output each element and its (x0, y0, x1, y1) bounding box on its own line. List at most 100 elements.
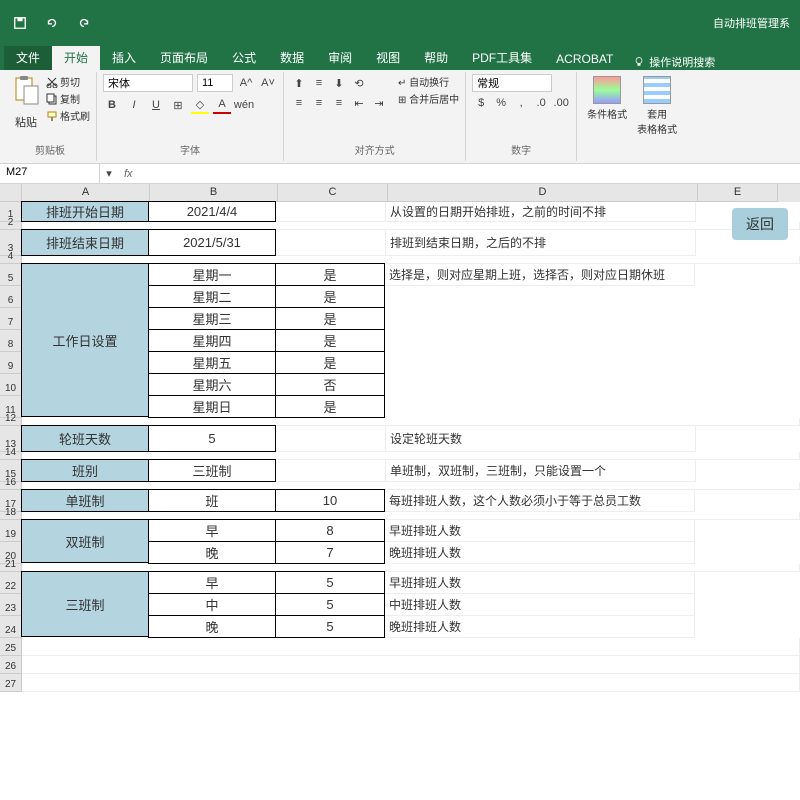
cell[interactable] (276, 230, 386, 256)
cell[interactable]: 中 (148, 593, 276, 616)
cell[interactable]: 早班排班人数 (385, 572, 695, 594)
font-size-combo[interactable]: 11 (197, 74, 233, 92)
cell[interactable]: 单班制 (21, 489, 149, 512)
cell[interactable]: 双班制 (21, 519, 149, 563)
percent-icon[interactable]: % (492, 94, 510, 112)
return-button[interactable]: 返回 (732, 208, 788, 240)
tab-pdf[interactable]: PDF工具集 (460, 45, 544, 70)
undo-icon[interactable] (40, 11, 64, 35)
increase-font-icon[interactable]: A^ (237, 74, 255, 92)
tab-page-layout[interactable]: 页面布局 (148, 45, 220, 70)
cell[interactable]: 晚 (148, 541, 276, 564)
italic-button[interactable]: I (125, 96, 143, 114)
cell[interactable]: 早 (148, 519, 276, 542)
cell[interactable] (22, 656, 800, 674)
row-header[interactable]: 24 (0, 616, 22, 638)
cell[interactable]: 是 (275, 395, 385, 418)
cut-button[interactable]: 剪切 (46, 74, 90, 89)
table-format-button[interactable]: 套用 表格格式 (633, 74, 681, 138)
cell[interactable]: 10 (275, 489, 385, 512)
tab-file[interactable]: 文件 (4, 45, 52, 70)
font-color-icon[interactable]: A (213, 96, 231, 114)
row-header[interactable]: 14 (0, 452, 22, 460)
cell[interactable]: 是 (275, 285, 385, 308)
cell[interactable]: 5 (275, 593, 385, 616)
fx-icon[interactable]: fx (118, 168, 139, 180)
row-header[interactable]: 26 (0, 656, 22, 674)
row-header[interactable]: 21 (0, 564, 22, 572)
cell[interactable] (276, 460, 386, 482)
row-header[interactable]: 19 (0, 520, 22, 542)
tab-home[interactable]: 开始 (52, 45, 100, 70)
increase-decimal-icon[interactable]: .0 (532, 94, 550, 112)
cell[interactable]: 5 (148, 425, 276, 452)
row-header[interactable]: 2 (0, 222, 22, 230)
tab-help[interactable]: 帮助 (412, 45, 460, 70)
cell[interactable]: 是 (275, 351, 385, 374)
tab-view[interactable]: 视图 (364, 45, 412, 70)
cell[interactable]: 班 (148, 489, 276, 512)
tab-formulas[interactable]: 公式 (220, 45, 268, 70)
phonetic-icon[interactable]: wén (235, 96, 253, 114)
col-header-c[interactable]: C (278, 184, 388, 202)
col-header-d[interactable]: D (388, 184, 698, 202)
row-header[interactable]: 10 (0, 374, 22, 396)
cell[interactable]: 中班排班人数 (385, 594, 695, 616)
cell[interactable]: 三班制 (148, 459, 276, 482)
formula-input[interactable] (139, 164, 800, 183)
dropdown-icon[interactable]: ▾ (100, 165, 118, 183)
cell[interactable]: 星期日 (148, 395, 276, 418)
number-format-combo[interactable]: 常规 (472, 74, 552, 92)
decrease-font-icon[interactable]: A˅ (259, 74, 277, 92)
cell[interactable]: 班别 (21, 459, 149, 482)
cell[interactable]: 2021/4/4 (148, 201, 276, 222)
name-box[interactable]: M27 (0, 164, 100, 183)
bold-button[interactable]: B (103, 96, 121, 114)
tab-data[interactable]: 数据 (268, 45, 316, 70)
fill-color-icon[interactable]: ◇ (191, 96, 209, 114)
font-name-combo[interactable]: 宋体 (103, 74, 193, 92)
cell[interactable]: 早 (148, 571, 276, 594)
paste-button[interactable] (10, 74, 42, 114)
cell[interactable]: 晚班排班人数 (385, 616, 695, 638)
cell[interactable] (276, 426, 386, 452)
row-header[interactable]: 16 (0, 482, 22, 490)
col-header-b[interactable]: B (150, 184, 278, 202)
row-header[interactable]: 12 (0, 418, 22, 426)
cell[interactable]: 每班排班人数，这个人数必须小于等于总员工数 (385, 490, 695, 512)
format-painter-button[interactable]: 格式刷 (46, 108, 90, 123)
cell[interactable]: 工作日设置 (21, 263, 149, 417)
orientation-icon[interactable]: ⟲ (350, 74, 368, 92)
cell[interactable]: 星期三 (148, 307, 276, 330)
align-bottom-icon[interactable]: ⬇ (330, 74, 348, 92)
col-header-e[interactable]: E (698, 184, 778, 202)
row-header[interactable]: 23 (0, 594, 22, 616)
cell[interactable]: 否 (275, 373, 385, 396)
cell[interactable]: 是 (275, 307, 385, 330)
merge-cells-button[interactable]: ⊞ 合并后居中 (398, 91, 459, 106)
cell[interactable] (276, 202, 386, 222)
cell[interactable] (22, 638, 800, 656)
row-header[interactable]: 25 (0, 638, 22, 656)
cell[interactable]: 排班开始日期 (21, 201, 149, 222)
tell-me-search[interactable]: 操作说明搜索 (633, 54, 715, 70)
col-header-a[interactable]: A (22, 184, 150, 202)
row-header[interactable]: 18 (0, 512, 22, 520)
row-header[interactable]: 27 (0, 674, 22, 692)
save-icon[interactable] (8, 11, 32, 35)
cell[interactable]: 5 (275, 571, 385, 594)
indent-left-icon[interactable]: ⇤ (350, 94, 368, 112)
conditional-format-button[interactable]: 条件格式 (583, 74, 631, 138)
row-header[interactable]: 22 (0, 572, 22, 594)
row-header[interactable]: 8 (0, 330, 22, 352)
align-left-icon[interactable]: ≡ (290, 94, 308, 112)
cell[interactable]: 是 (275, 329, 385, 352)
cell[interactable]: 三班制 (21, 571, 149, 637)
cell[interactable]: 早班排班人数 (385, 520, 695, 542)
row-header[interactable]: 9 (0, 352, 22, 374)
row-header[interactable]: 4 (0, 256, 22, 264)
cell[interactable]: 2021/5/31 (148, 229, 276, 256)
align-center-icon[interactable]: ≡ (310, 94, 328, 112)
select-all-corner[interactable] (0, 184, 22, 202)
cell[interactable]: 星期一 (148, 263, 276, 286)
